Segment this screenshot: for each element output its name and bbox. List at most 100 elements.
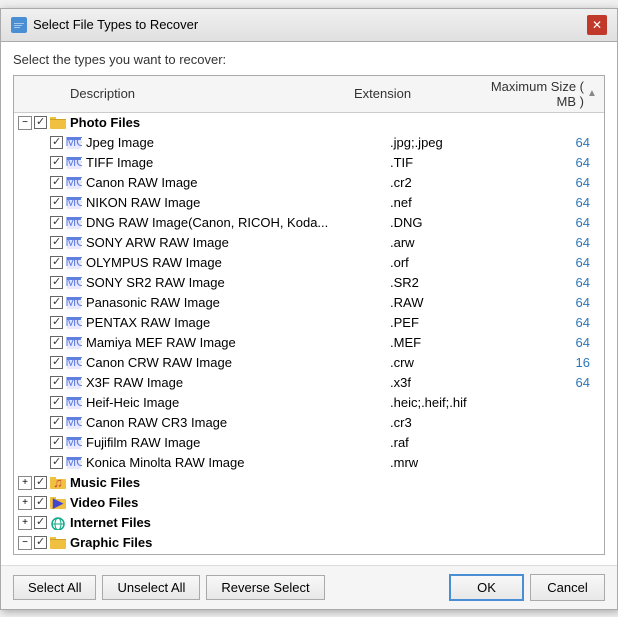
group-internet: + Internet Files [14,513,604,533]
canon-raw-name: Canon RAW Image [86,175,390,190]
row-dng: IMG DNG RAW Image(Canon, RICOH, Koda... … [14,213,604,233]
row-canon-raw: IMG Canon RAW Image .cr2 64 [14,173,604,193]
row-konica: IMG Konica Minolta RAW Image .mrw [14,453,604,473]
row-sony-sr2: IMG SONY SR2 RAW Image .SR2 64 [14,273,604,293]
svg-text:▶: ▶ [52,496,64,510]
col-extension: Extension [354,86,474,101]
svg-text:♫: ♫ [53,476,63,490]
row-canon-crw: IMG Canon CRW RAW Image .crw 16 [14,353,604,373]
pentax-size: 64 [510,315,600,330]
row-heif: IMG Heif-Heic Image .heic;.heif;.hif [14,393,604,413]
group-video: + ▶ Video Files [14,493,604,513]
check-video[interactable] [34,496,47,509]
olympus-icon: IMG [66,255,82,271]
ok-button[interactable]: OK [449,574,524,601]
row-olympus: IMG OLYMPUS RAW Image .orf 64 [14,253,604,273]
check-panasonic[interactable] [50,296,63,309]
dng-icon: IMG [66,215,82,231]
svg-text:IMG: IMG [66,176,82,189]
canon-crw-ext: .crw [390,355,510,370]
check-mamiya[interactable] [50,336,63,349]
x3f-name: X3F RAW Image [86,375,390,390]
music-group-name: Music Files [70,475,390,490]
dng-name: DNG RAW Image(Canon, RICOH, Koda... [86,215,390,230]
pentax-icon: IMG [66,315,82,331]
check-sony-arw[interactable] [50,236,63,249]
check-heif[interactable] [50,396,63,409]
sony-sr2-size: 64 [510,275,600,290]
reverse-select-button[interactable]: Reverse Select [206,575,324,600]
check-jpeg[interactable] [50,136,63,149]
sony-sr2-ext: .SR2 [390,275,510,290]
nikon-ext: .nef [390,195,510,210]
canon-raw-size: 64 [510,175,600,190]
check-graphic[interactable] [34,536,47,549]
select-all-button[interactable]: Select All [13,575,96,600]
nikon-name: NIKON RAW Image [86,195,390,210]
expand-music[interactable]: + [18,476,32,490]
tiff-ext: .TIF [390,155,510,170]
row-bitmap: BMP Bitmap Image .bmp [14,553,604,555]
scroll-up-arrow[interactable]: ▲ [584,88,600,99]
panasonic-name: Panasonic RAW Image [86,295,390,310]
check-photo[interactable] [34,116,47,129]
check-canon-raw[interactable] [50,176,63,189]
svg-text:IMG: IMG [66,376,82,389]
panasonic-ext: .RAW [390,295,510,310]
check-internet[interactable] [34,516,47,529]
expand-internet[interactable]: + [18,516,32,530]
row-canon-cr3: IMG Canon RAW CR3 Image .cr3 [14,413,604,433]
tiff-size: 64 [510,155,600,170]
col-description: Description [70,86,354,101]
graphic-folder-icon [50,535,66,551]
nikon-icon: IMG [66,195,82,211]
sony-sr2-icon: IMG [66,275,82,291]
check-canon-crw[interactable] [50,356,63,369]
col-max-size: Maximum Size ( MB ) [474,79,584,109]
dng-ext: .DNG [390,215,510,230]
sony-arw-ext: .arw [390,235,510,250]
video-group-name: Video Files [70,495,390,510]
expand-graphic[interactable]: − [18,536,32,550]
heif-icon: IMG [66,395,82,411]
jpeg-ext: .jpg;.jpeg [390,135,510,150]
svg-text:IMG: IMG [66,156,82,169]
row-sony-arw: IMG SONY ARW RAW Image .arw 64 [14,233,604,253]
svg-text:IMG: IMG [66,196,82,209]
check-olympus[interactable] [50,256,63,269]
graphic-group-name: Graphic Files [70,535,390,550]
check-nikon[interactable] [50,196,63,209]
fujifilm-icon: IMG [66,435,82,451]
tiff-name: TIFF Image [86,155,390,170]
check-x3f[interactable] [50,376,63,389]
title-text: Select File Types to Recover [33,17,198,32]
check-music[interactable] [34,476,47,489]
konica-icon: IMG [66,455,82,471]
row-x3f: IMG X3F RAW Image .x3f 64 [14,373,604,393]
olympus-size: 64 [510,255,600,270]
close-button[interactable]: ✕ [587,15,607,35]
check-tiff[interactable] [50,156,63,169]
app-icon [11,17,27,33]
cancel-button[interactable]: Cancel [530,574,605,601]
subtitle: Select the types you want to recover: [13,52,605,67]
x3f-size: 64 [510,375,600,390]
panasonic-size: 64 [510,295,600,310]
check-sony-sr2[interactable] [50,276,63,289]
unselect-all-button[interactable]: Unselect All [102,575,200,600]
expand-video[interactable]: + [18,496,32,510]
internet-group-name: Internet Files [70,515,390,530]
check-konica[interactable] [50,456,63,469]
x3f-icon: IMG [66,375,82,391]
check-fujifilm[interactable] [50,436,63,449]
check-pentax[interactable] [50,316,63,329]
row-nikon: IMG NIKON RAW Image .nef 64 [14,193,604,213]
expand-photo[interactable]: − [18,116,32,130]
file-type-tree[interactable]: Description Extension Maximum Size ( MB … [13,75,605,555]
group-graphic: − Graphic Files [14,533,604,553]
check-dng[interactable] [50,216,63,229]
svg-text:IMG: IMG [66,356,82,369]
bottom-left-buttons: Select All Unselect All Reverse Select [13,575,325,600]
jpeg-icon: IMG [66,135,82,151]
check-canon-cr3[interactable] [50,416,63,429]
